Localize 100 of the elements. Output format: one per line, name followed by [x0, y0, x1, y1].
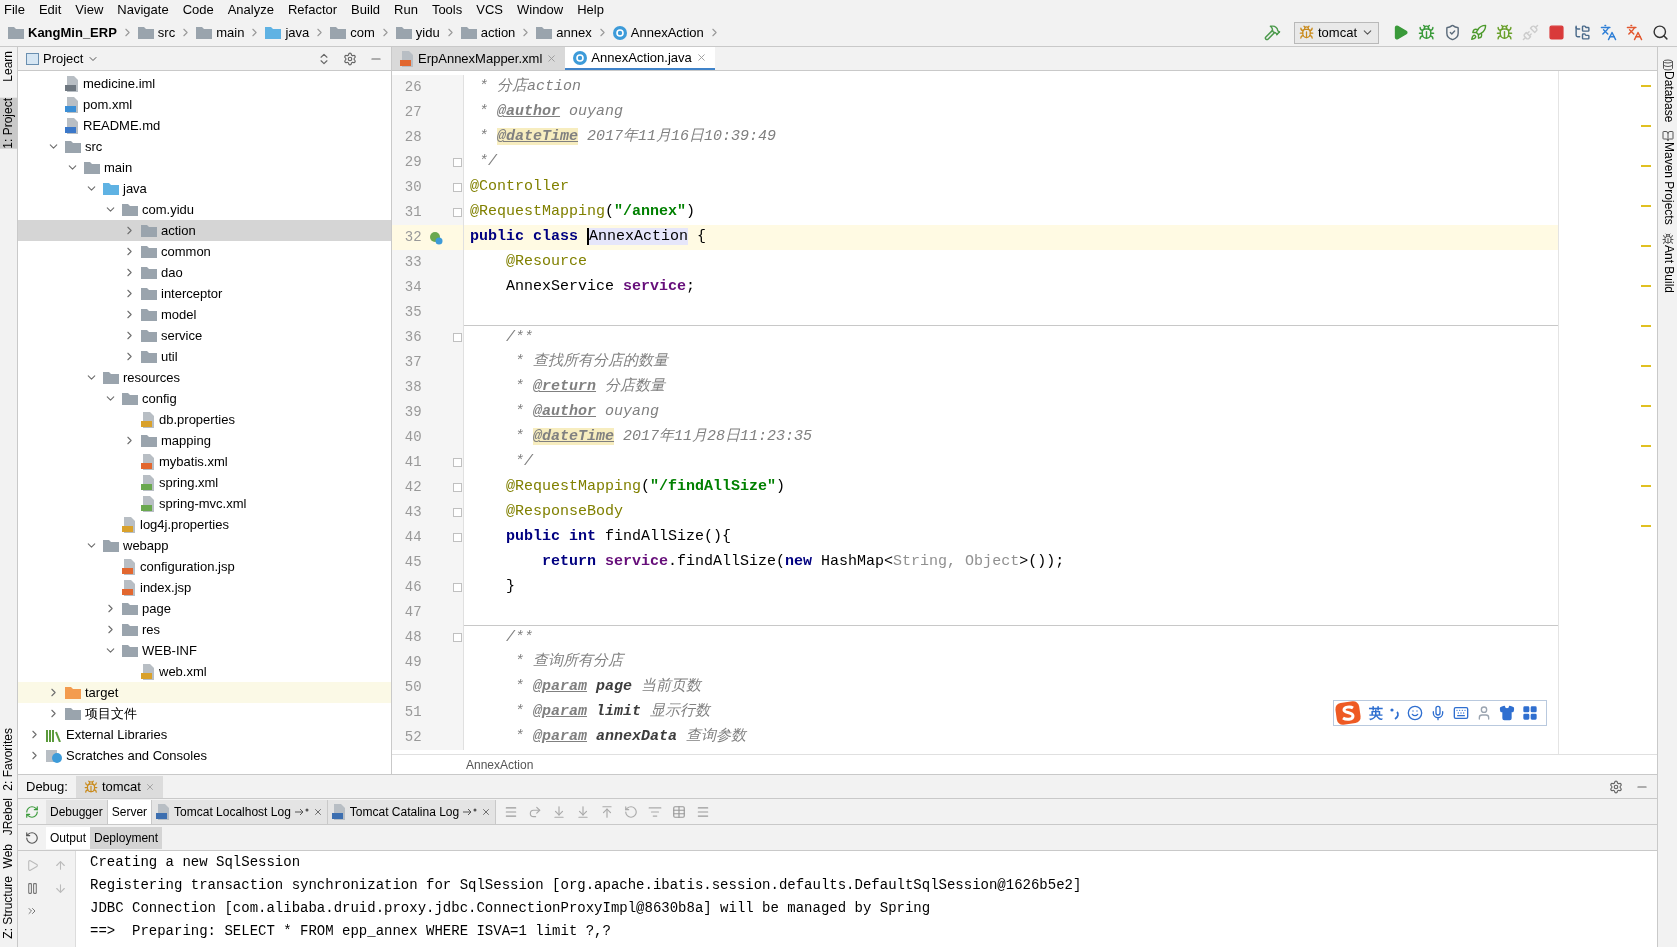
fold-marker-icon[interactable]	[452, 208, 462, 217]
menu-item[interactable]: Refactor	[287, 0, 338, 20]
tree-item[interactable]: index.jsp	[18, 577, 391, 598]
output-tab[interactable]: Deployment	[90, 826, 163, 849]
tree-item[interactable]: spring.xml	[18, 472, 391, 493]
tool-window-button[interactable]: Web	[0, 843, 18, 869]
menu-item[interactable]: Navigate	[117, 0, 169, 20]
keyboard-icon[interactable]	[1453, 705, 1469, 721]
breadcrumb-item[interactable]: src	[137, 22, 176, 43]
close-icon[interactable]	[695, 52, 707, 63]
menu-item[interactable]: File	[4, 0, 25, 20]
editor-breadcrumb[interactable]: AnnexAction	[466, 755, 534, 774]
debug-tab[interactable]: Tomcat Localhost Log	[152, 799, 328, 824]
tree-item[interactable]: pom.xml	[18, 94, 391, 115]
close-icon[interactable]	[312, 806, 323, 817]
tool-window-button[interactable]: JRebel	[0, 798, 18, 836]
tree-item[interactable]: mapping	[18, 430, 391, 451]
breadcrumb-item[interactable]: AnnexAction	[612, 22, 704, 43]
translate-icon[interactable]	[1626, 24, 1643, 41]
tool-window-button[interactable]: Z: Structure	[0, 876, 18, 939]
hammer-icon[interactable]	[1264, 24, 1281, 41]
menu-item[interactable]: Edit	[38, 0, 62, 20]
tree-item[interactable]: README.md	[18, 115, 391, 136]
tree-item[interactable]: medicine.iml	[18, 73, 391, 94]
search-icon[interactable]	[1652, 24, 1669, 41]
refresh-icon[interactable]	[25, 804, 39, 819]
menu-item[interactable]: View	[75, 0, 104, 20]
menu-item[interactable]: VCS	[476, 0, 503, 20]
project-view-dropdown[interactable]: Project	[26, 48, 100, 69]
bug-icon[interactable]	[1418, 24, 1435, 41]
shield-icon[interactable]	[1444, 24, 1461, 41]
smiley-icon[interactable]	[1407, 705, 1423, 721]
menu-item[interactable]: Window	[516, 0, 564, 20]
menu-item[interactable]: Tools	[431, 0, 463, 20]
tree-item[interactable]: WEB-INF	[18, 640, 391, 661]
rocket-icon[interactable]	[1470, 24, 1487, 41]
translate-icon[interactable]	[1600, 24, 1617, 41]
tree-item[interactable]: util	[18, 346, 391, 367]
settings-icon[interactable]	[1609, 779, 1623, 794]
fold-marker-icon[interactable]	[452, 533, 462, 542]
user-icon[interactable]	[1476, 705, 1492, 721]
breadcrumb-item[interactable]: main	[196, 22, 245, 43]
table-icon[interactable]	[672, 804, 687, 819]
output-tab[interactable]: Output	[46, 826, 91, 849]
tree-item[interactable]: service	[18, 325, 391, 346]
punctuation-icon[interactable]	[1390, 706, 1400, 720]
tree-item[interactable]: action	[18, 220, 391, 241]
tree-item[interactable]: com.yidu	[18, 199, 391, 220]
close-icon[interactable]	[481, 806, 492, 817]
fold-marker-icon[interactable]	[452, 633, 462, 642]
tree-item[interactable]: 项目文件	[18, 703, 391, 724]
folder-tree-icon[interactable]	[1574, 24, 1591, 41]
step-into-icon[interactable]	[552, 804, 567, 819]
list-icon[interactable]	[696, 804, 711, 819]
fold-marker-icon[interactable]	[452, 483, 462, 492]
input-mode-toggle[interactable]: 英	[1369, 702, 1383, 724]
breadcrumb-item[interactable]: com	[330, 22, 375, 43]
play-icon[interactable]	[1392, 24, 1409, 41]
menu-item[interactable]: Analyze	[227, 0, 274, 20]
tree-item[interactable]: page	[18, 598, 391, 619]
fold-marker-icon[interactable]	[452, 508, 462, 517]
tool-window-button[interactable]: Database	[1658, 71, 1677, 123]
tree-item[interactable]: config	[18, 388, 391, 409]
tree-item[interactable]: model	[18, 304, 391, 325]
tree-item[interactable]: spring-mvc.xml	[18, 493, 391, 514]
microphone-icon[interactable]	[1430, 705, 1446, 721]
tool-window-button[interactable]: Learn	[0, 51, 18, 82]
breadcrumb-item[interactable]: annex	[536, 22, 592, 43]
breadcrumb-item[interactable]: action	[460, 22, 516, 43]
menu-item[interactable]: Build	[351, 0, 380, 20]
drop-frame-icon[interactable]	[624, 804, 639, 819]
tree-item[interactable]: java	[18, 178, 391, 199]
tree-item[interactable]: Scratches and Consoles	[18, 745, 391, 766]
breadcrumb-item[interactable]: yidu	[395, 22, 440, 43]
step-into-icon[interactable]	[576, 804, 591, 819]
debug-tab[interactable]: Server	[107, 799, 153, 824]
menu-item[interactable]: Help	[577, 0, 604, 20]
fold-marker-icon[interactable]	[452, 158, 462, 167]
debug-session-tab[interactable]: tomcat	[75, 775, 163, 798]
more-icon[interactable]	[26, 905, 38, 917]
tree-item[interactable]: interceptor	[18, 283, 391, 304]
breadcrumb-item[interactable]: KangMin_ERP	[8, 22, 117, 43]
step-out-icon[interactable]	[600, 804, 615, 819]
tree-item[interactable]: db.properties	[18, 409, 391, 430]
fold-marker-icon[interactable]	[452, 333, 462, 342]
close-icon[interactable]	[546, 53, 558, 64]
tree-item[interactable]: main	[18, 157, 391, 178]
fold-marker-icon[interactable]	[452, 183, 462, 192]
debug-tab[interactable]: Tomcat Catalina Log	[327, 799, 497, 824]
tree-item[interactable]: dao	[18, 262, 391, 283]
tree-item[interactable]: web.xml	[18, 661, 391, 682]
tool-window-button[interactable]: 1: Project	[0, 97, 18, 149]
tree-item[interactable]: common	[18, 241, 391, 262]
shirt-icon[interactable]	[1499, 705, 1515, 721]
tool-window-button[interactable]: 2: Favorites	[0, 727, 18, 791]
tree-item[interactable]: webapp	[18, 535, 391, 556]
tree-item[interactable]: configuration.jsp	[18, 556, 391, 577]
grid-icon[interactable]	[1522, 705, 1538, 721]
tree-item[interactable]: mybatis.xml	[18, 451, 391, 472]
pause-icon[interactable]	[25, 882, 39, 895]
